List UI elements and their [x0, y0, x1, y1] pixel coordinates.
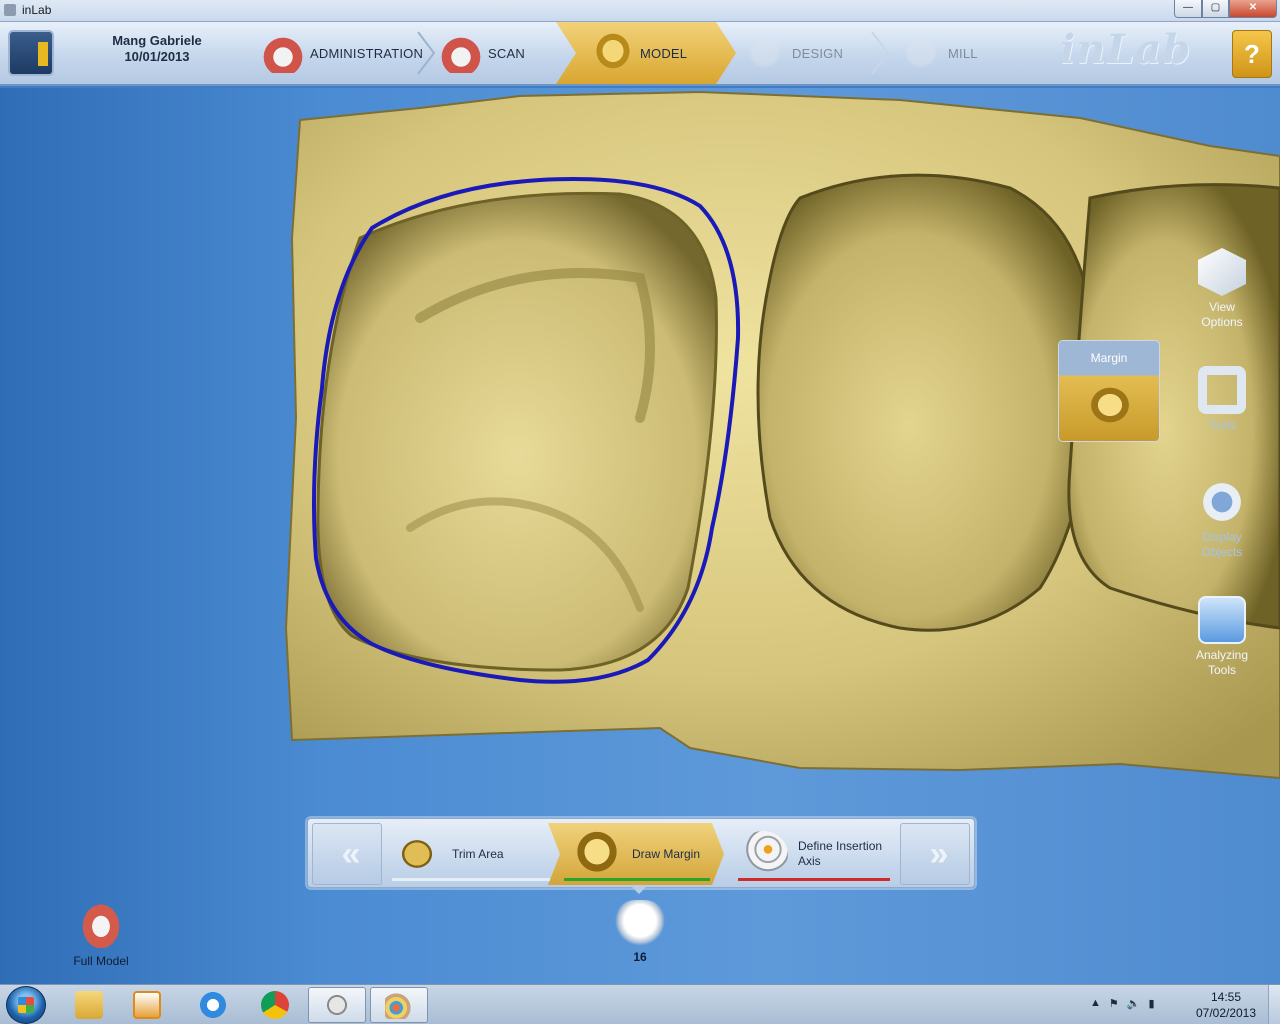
display-objects-icon — [1198, 478, 1246, 526]
step-define-insertion-axis[interactable]: Define Insertion Axis — [730, 823, 898, 885]
internet-explorer-icon — [199, 991, 227, 1019]
margin-tool-panel[interactable]: Margin — [1058, 340, 1160, 442]
window-title: inLab — [22, 3, 52, 17]
taskbar-paint[interactable] — [370, 987, 428, 1023]
taskbar-inlab[interactable] — [308, 987, 366, 1023]
taskbar-explorer[interactable] — [60, 987, 118, 1023]
tools-tool[interactable]: Tools — [1188, 366, 1256, 433]
windows-logo-icon — [18, 997, 34, 1013]
double-chevron-left-icon: « — [341, 834, 361, 873]
administration-jaw-icon — [262, 33, 304, 73]
inlab-app-icon — [323, 991, 351, 1019]
phase-administration[interactable]: ADMINISTRATION — [262, 22, 423, 84]
previous-step-button[interactable]: « — [312, 823, 382, 885]
tray-expand-icon[interactable]: ▲ — [1090, 997, 1101, 1010]
step-progress-line — [392, 878, 550, 881]
case-flag-icon — [38, 42, 48, 66]
taskbar-media-player[interactable] — [118, 987, 176, 1023]
volume-icon[interactable]: 🔈 — [1127, 997, 1141, 1010]
step-trim-area[interactable]: Trim Area — [384, 823, 558, 885]
adjacent-tooth-1 — [756, 173, 1096, 632]
network-signal-icon[interactable]: ▮ — [1148, 997, 1154, 1010]
draw-margin-icon — [572, 831, 622, 877]
taskbar-chrome[interactable] — [246, 987, 304, 1023]
double-chevron-right-icon: » — [929, 834, 949, 873]
patient-name: Mang Gabriele — [112, 33, 202, 48]
phase-design[interactable]: DESIGN — [744, 22, 843, 84]
step-status-complete — [564, 878, 710, 881]
scan-jaw-icon — [440, 33, 482, 73]
model-tooth-icon — [592, 33, 634, 73]
inlab-logo: inLab — [1060, 26, 1192, 73]
maximize-button[interactable]: ▢ — [1202, 0, 1229, 18]
preparation-die — [316, 191, 718, 672]
jaw-model-icon — [79, 900, 123, 948]
clock-time: 14:55 — [1210, 990, 1242, 1004]
analyzing-chart-icon — [1198, 596, 1246, 644]
model-step-bar: « Trim Area Draw Margin Define Insertion… — [307, 818, 975, 888]
view-cube-icon — [1198, 248, 1246, 296]
trim-area-icon — [392, 831, 442, 877]
tooth-selector[interactable]: 16 — [612, 900, 668, 964]
phase-mill-label: MILL — [948, 45, 978, 61]
phase-separator — [414, 30, 438, 76]
analyzing-tools-tool[interactable]: Analyzing Tools — [1188, 596, 1256, 678]
tools-ring-icon — [1198, 366, 1246, 414]
close-button[interactable]: ✕ — [1229, 0, 1277, 18]
phase-design-label: DESIGN — [792, 45, 844, 61]
next-step-button[interactable]: » — [900, 823, 970, 885]
system-tray: ▲ ⚑ 🔈 ▮ — [1090, 997, 1155, 1010]
phase-model[interactable]: MODEL — [556, 22, 736, 84]
show-desktop-button[interactable] — [1268, 985, 1280, 1024]
trim-area-label: Trim Area — [452, 846, 504, 861]
taskbar-clock[interactable]: 14:55 07/02/2013 — [1186, 989, 1266, 1021]
analyzing-tools-label: Analyzing Tools — [1195, 648, 1249, 677]
phase-separator — [868, 30, 892, 76]
window-title-bar: inLab — ▢ ✕ — [0, 0, 1280, 22]
patient-info: Mang Gabriele 10/01/2013 — [92, 33, 222, 65]
phase-model-label: MODEL — [640, 45, 688, 61]
start-button[interactable] — [6, 986, 46, 1024]
step-bar-pointer — [631, 886, 647, 894]
view-options-tool[interactable]: View Options — [1188, 248, 1256, 330]
step-status-pending — [738, 878, 890, 881]
patient-date: 10/01/2013 — [124, 49, 190, 64]
tooth-number: 16 — [633, 950, 647, 964]
display-objects-tool[interactable]: Display Objects — [1188, 478, 1256, 560]
define-insertion-axis-label: Define Insertion Axis — [798, 839, 883, 868]
media-player-icon — [133, 991, 161, 1019]
margin-tooth-icon — [1086, 387, 1134, 427]
mill-machine-icon — [900, 33, 942, 73]
display-objects-label: Display Objects — [1201, 530, 1243, 559]
help-button[interactable]: ? — [1232, 30, 1272, 78]
folder-icon — [75, 991, 103, 1019]
workflow-header: Mang Gabriele 10/01/2013 ADMINISTRATION … — [0, 22, 1280, 86]
windows-taskbar: ▲ ⚑ 🔈 ▮ 14:55 07/02/2013 — [0, 984, 1280, 1024]
app-icon — [4, 4, 16, 16]
phase-scan[interactable]: SCAN — [440, 22, 525, 84]
full-model-button[interactable]: Full Model — [66, 900, 136, 968]
full-model-label: Full Model — [73, 954, 129, 968]
margin-panel-label: Margin — [1090, 351, 1128, 365]
phase-scan-label: SCAN — [488, 45, 525, 61]
clock-date: 07/02/2013 — [1195, 1006, 1257, 1020]
tooth-icon — [615, 900, 665, 946]
phase-mill[interactable]: MILL — [900, 22, 978, 84]
view-options-label: View Options — [1201, 300, 1243, 329]
minimize-button[interactable]: — — [1174, 0, 1202, 18]
tools-label: Tools — [1207, 418, 1236, 432]
insertion-axis-icon — [738, 831, 788, 877]
design-crown-icon — [744, 33, 786, 73]
draw-margin-label: Draw Margin — [632, 846, 701, 861]
taskbar-internet-explorer[interactable] — [184, 987, 242, 1023]
paint-palette-icon — [385, 991, 413, 1019]
case-browser-button[interactable] — [8, 30, 54, 76]
phase-administration-label: ADMINISTRATION — [310, 45, 424, 61]
chrome-icon — [261, 991, 289, 1019]
step-draw-margin[interactable]: Draw Margin — [548, 823, 724, 885]
action-center-flag-icon[interactable]: ⚑ — [1109, 997, 1119, 1010]
